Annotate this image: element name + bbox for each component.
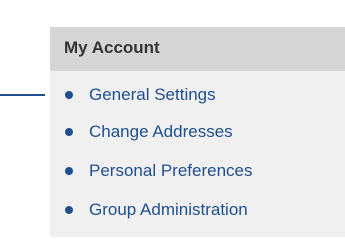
general-settings-link[interactable]: General Settings: [89, 85, 216, 105]
account-menu-panel: My Account General Settings Change Addre…: [50, 27, 345, 237]
bullet-icon: [65, 128, 73, 136]
bullet-icon: [65, 91, 73, 99]
account-menu-title: My Account: [64, 38, 160, 57]
bullet-icon: [65, 206, 73, 214]
group-administration-link[interactable]: Group Administration: [89, 200, 248, 220]
bullet-icon: [65, 167, 73, 175]
callout-line-left: [0, 94, 45, 96]
screen: My Account General Settings Change Addre…: [0, 0, 345, 248]
account-menu-header: My Account: [50, 27, 345, 71]
change-addresses-link[interactable]: Change Addresses: [89, 122, 233, 142]
personal-preferences-link[interactable]: Personal Preferences: [89, 161, 252, 181]
